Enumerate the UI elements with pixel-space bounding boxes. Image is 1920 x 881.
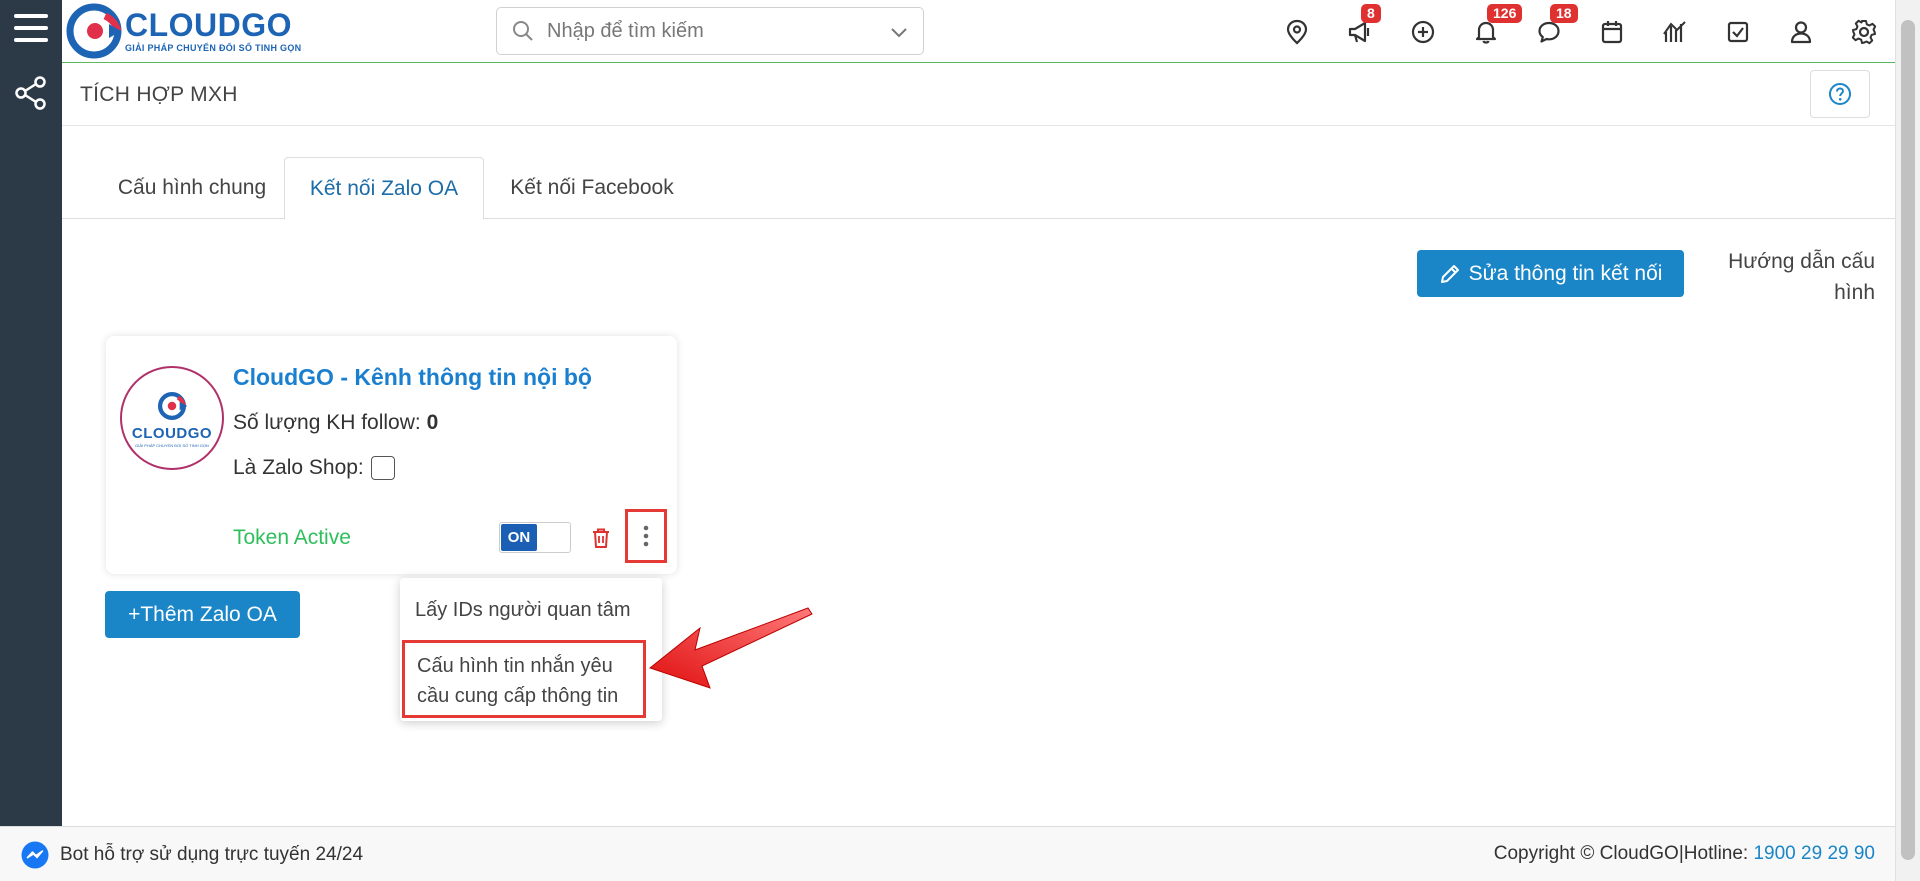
page-title-bar: TÍCH HỢP MXH	[62, 63, 1895, 126]
scrollbar-thumb[interactable]	[1901, 20, 1915, 860]
edit-connection-label: Sửa thông tin kết nối	[1468, 261, 1663, 285]
tab-bar: Cấu hình chung Kết nối Zalo OA Kết nối F…	[62, 157, 1895, 220]
zalo-shop-label: Là Zalo Shop:	[233, 456, 364, 479]
menu-item-get-follower-ids[interactable]: Lấy IDs người quan tâm	[400, 599, 662, 622]
add-zalo-oa-button[interactable]: +Thêm Zalo OA	[105, 591, 300, 638]
cloudgo-logo-mark	[157, 391, 188, 420]
left-sidebar	[0, 0, 62, 826]
edit-connection-button[interactable]: Sửa thông tin kết nối	[1417, 250, 1684, 297]
oa-follow-count: Số lượng KH follow: 0	[233, 411, 438, 435]
hamburger-icon[interactable]	[14, 14, 48, 46]
support-bot-link[interactable]: Bot hỗ trợ sử dụng trực tuyến 24/24	[20, 840, 363, 870]
avatar-tagline: GIẢI PHÁP CHUYỂN ĐỔI SỐ TINH GỌN	[135, 442, 209, 448]
trash-icon[interactable]	[589, 526, 613, 550]
chat-badge: 18	[1550, 4, 1578, 23]
settings-button[interactable]	[1832, 0, 1895, 63]
page-title: TÍCH HỢP MXH	[80, 83, 238, 106]
report-button[interactable]	[1643, 0, 1706, 63]
avatar-brand: CLOUDGO	[131, 424, 213, 442]
location-button[interactable]	[1265, 0, 1328, 63]
help-icon	[1829, 83, 1851, 105]
calendar-button[interactable]	[1580, 0, 1643, 63]
zalo-shop-checkbox[interactable]	[370, 456, 395, 480]
logo-brand: CLOUDGO	[125, 7, 293, 43]
add-circle-icon	[1411, 20, 1434, 43]
zalo-shop-row: Là Zalo Shop:	[233, 456, 395, 480]
header-icons: 8 126 18	[1265, 0, 1895, 63]
pencil-icon	[1440, 264, 1459, 283]
oa-name-link[interactable]: CloudGO - Kênh thông tin nội bộ	[233, 364, 592, 391]
chevron-down-icon[interactable]	[889, 22, 909, 42]
support-bot-text: Bot hỗ trợ sử dụng trực tuyến 24/24	[60, 844, 364, 865]
notification-button[interactable]: 126	[1454, 0, 1523, 63]
add-button[interactable]	[1391, 0, 1454, 63]
help-button[interactable]	[1810, 70, 1870, 118]
messenger-icon	[21, 841, 49, 869]
annotation-arrow	[648, 607, 813, 689]
oa-avatar: CLOUDGO GIẢI PHÁP CHUYỂN ĐỔI SỐ TINH GỌN	[120, 366, 224, 470]
announcement-badge: 8	[1361, 4, 1381, 23]
location-icon	[1286, 19, 1307, 44]
share-icon[interactable]	[14, 76, 48, 110]
search-icon	[513, 21, 533, 41]
footer: Bot hỗ trợ sử dụng trực tuyến 24/24 Copy…	[0, 826, 1895, 881]
follow-label: Số lượng KH follow:	[233, 411, 421, 434]
more-options-button[interactable]	[625, 509, 667, 563]
vertical-scrollbar[interactable]	[1895, 0, 1920, 881]
token-status: Token Active	[233, 526, 351, 549]
follow-value: 0	[426, 411, 439, 434]
menu-item-config-info-request-message[interactable]: Cấu hình tin nhắn yêu cầu cung cấp thông…	[402, 640, 646, 718]
toggle-on-label: ON	[501, 524, 537, 551]
logo-tagline: GIẢI PHÁP CHUYỂN ĐỔI SỐ TINH GỌN	[125, 43, 302, 53]
more-vertical-icon	[643, 525, 649, 547]
task-button[interactable]	[1706, 0, 1769, 63]
config-guide-link[interactable]: Hướng dẫn cấu hình	[1705, 246, 1875, 308]
search-box[interactable]	[496, 7, 924, 55]
user-icon	[1790, 20, 1811, 43]
tab-general-config[interactable]: Cấu hình chung	[92, 157, 292, 219]
calendar-icon	[1601, 20, 1622, 43]
chart-icon	[1662, 20, 1686, 42]
tab-facebook[interactable]: Kết nối Facebook	[492, 157, 692, 219]
cloudgo-logo-mark	[66, 3, 122, 59]
copyright-text: Copyright © CloudGO|Hotline:	[1493, 843, 1749, 864]
gear-icon	[1851, 19, 1876, 44]
chat-button[interactable]: 18	[1517, 0, 1580, 63]
copyright: Copyright © CloudGO|Hotline: 1900 29 29 …	[1494, 843, 1875, 865]
top-header: CLOUDGO GIẢI PHÁP CHUYỂN ĐỔI SỐ TINH GỌN…	[62, 0, 1895, 63]
task-icon	[1727, 21, 1748, 42]
cloudgo-logo[interactable]: CLOUDGO GIẢI PHÁP CHUYỂN ĐỔI SỐ TINH GỌN	[65, 2, 309, 60]
search-input[interactable]	[547, 19, 877, 43]
zalo-oa-card: CLOUDGO GIẢI PHÁP CHUYỂN ĐỔI SỐ TINH GỌN…	[106, 336, 677, 574]
oa-active-toggle[interactable]: ON	[499, 522, 571, 553]
announcement-button[interactable]: 8	[1328, 0, 1391, 63]
hotline-link[interactable]: 1900 29 29 90	[1753, 843, 1875, 864]
tab-zalo-oa[interactable]: Kết nối Zalo OA	[284, 157, 484, 220]
profile-button[interactable]	[1769, 0, 1832, 63]
oa-options-menu: Lấy IDs người quan tâm Cấu hình tin nhắn…	[400, 578, 662, 721]
